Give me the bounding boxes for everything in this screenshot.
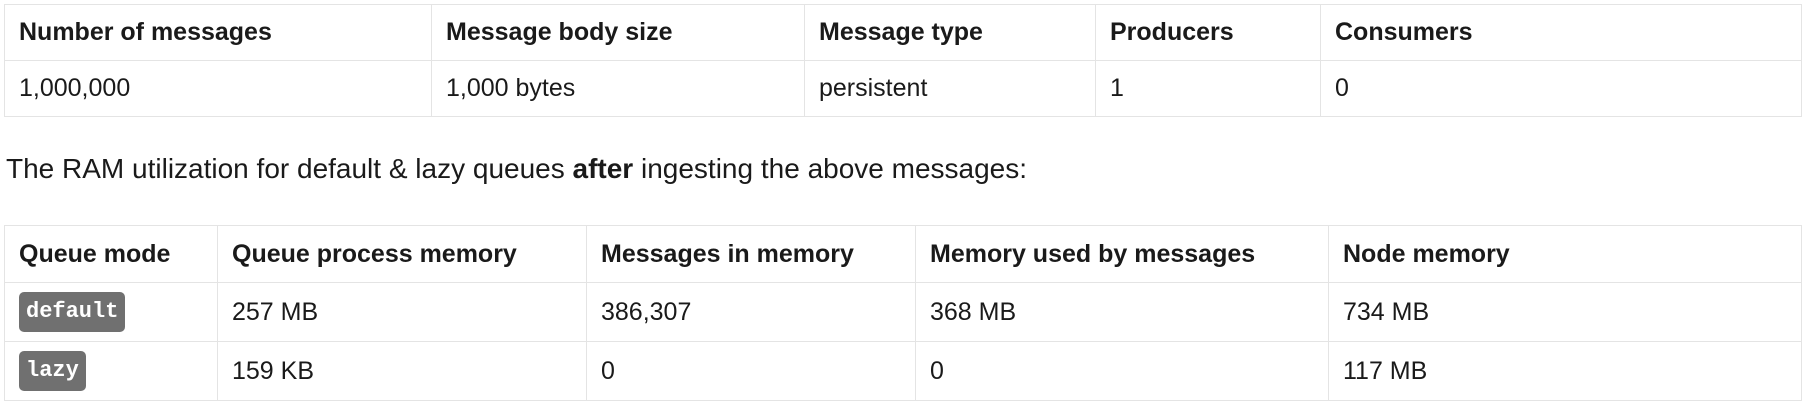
cell-queue-process-memory: 257 MB [217, 282, 587, 342]
header-message-type: Message type [804, 4, 1096, 61]
cell-memory-used-by-messages: 368 MB [915, 282, 1329, 342]
cell-number-of-messages: 1,000,000 [4, 60, 432, 117]
cell-producers: 1 [1095, 60, 1321, 117]
cell-node-memory: 117 MB [1328, 341, 1802, 401]
table-header-row: Queue mode Queue process memory Messages… [4, 225, 1802, 283]
intro-text-before: The RAM utilization for default & lazy q… [6, 153, 573, 184]
header-queue-process-memory: Queue process memory [217, 225, 587, 283]
cell-memory-used-by-messages: 0 [915, 341, 1329, 401]
cell-queue-process-memory: 159 KB [217, 341, 587, 401]
queue-mode-tag: lazy [19, 351, 86, 391]
header-memory-used-by-messages: Memory used by messages [915, 225, 1329, 283]
header-consumers: Consumers [1320, 4, 1802, 61]
header-producers: Producers [1095, 4, 1321, 61]
cell-messages-in-memory: 0 [586, 341, 916, 401]
cell-queue-mode: default [4, 282, 218, 342]
cell-messages-in-memory: 386,307 [586, 282, 916, 342]
header-queue-mode: Queue mode [4, 225, 218, 283]
intro-text-bold: after [572, 153, 634, 184]
cell-message-type: persistent [804, 60, 1096, 117]
intro-text-after: ingesting the above messages: [633, 153, 1028, 184]
test-parameters-table: Number of messages Message body size Mes… [4, 4, 1802, 117]
cell-consumers: 0 [1320, 60, 1802, 117]
header-node-memory: Node memory [1328, 225, 1802, 283]
header-messages-in-memory: Messages in memory [586, 225, 916, 283]
table-header-row: Number of messages Message body size Mes… [4, 4, 1802, 61]
table-row: default 257 MB 386,307 368 MB 734 MB [4, 282, 1802, 342]
table-row: lazy 159 KB 0 0 117 MB [4, 341, 1802, 401]
ram-utilization-table: Queue mode Queue process memory Messages… [4, 225, 1802, 401]
intro-paragraph: The RAM utilization for default & lazy q… [6, 153, 1027, 185]
table-row: 1,000,000 1,000 bytes persistent 1 0 [4, 60, 1802, 117]
header-message-body-size: Message body size [431, 4, 805, 61]
header-number-of-messages: Number of messages [4, 4, 432, 61]
queue-mode-tag: default [19, 292, 126, 332]
cell-message-body-size: 1,000 bytes [431, 60, 805, 117]
cell-node-memory: 734 MB [1328, 282, 1802, 342]
cell-queue-mode: lazy [4, 341, 218, 401]
